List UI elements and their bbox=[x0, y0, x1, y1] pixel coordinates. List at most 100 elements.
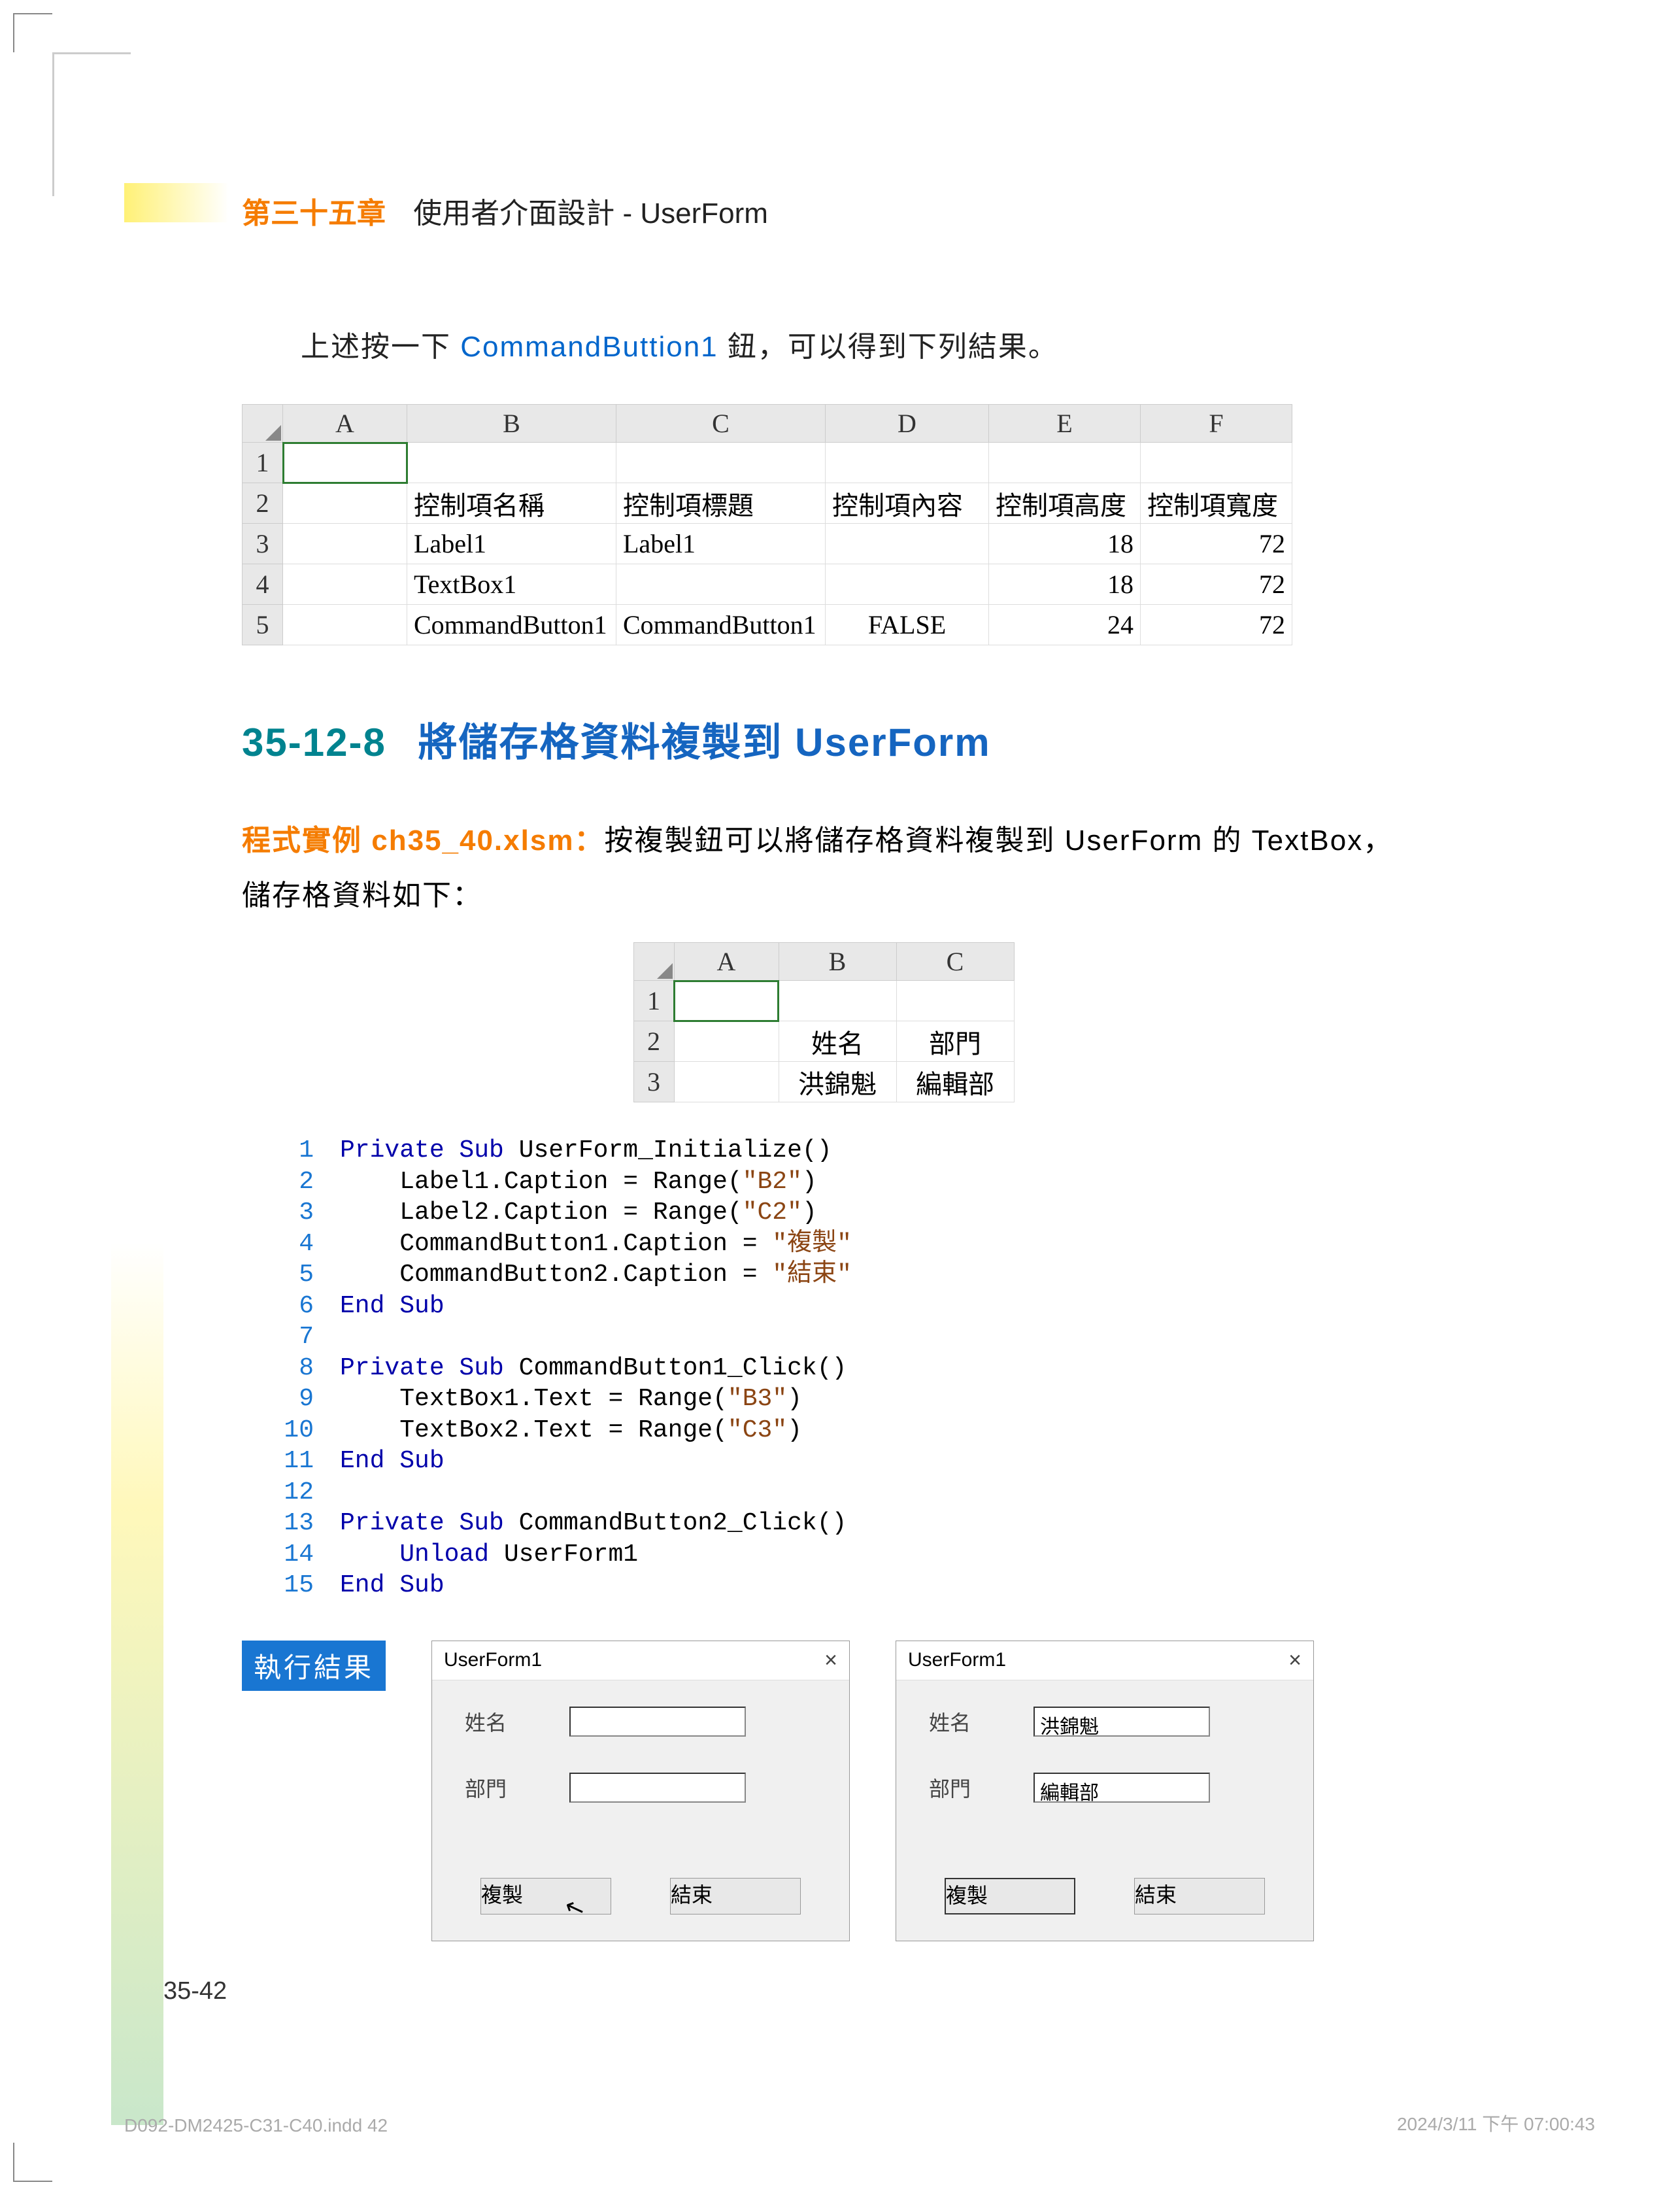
footer-right: 2024/3/11 下午 07:00:43 bbox=[1397, 2110, 1595, 2136]
userform-after: UserForm1 × 姓名 洪錦魁 部門 編輯部 複製 結束 bbox=[896, 1641, 1314, 1941]
cursor-icon: ↖ bbox=[561, 1892, 589, 1924]
footer-left: D092-DM2425-C31-C40.indd 42 bbox=[124, 2115, 388, 2136]
cell: FALSE bbox=[826, 605, 989, 645]
userform-title: UserForm1 bbox=[908, 1649, 1006, 1671]
crop-mark-bl bbox=[13, 2143, 52, 2182]
textbox-name[interactable] bbox=[569, 1707, 746, 1737]
row-header: 3 bbox=[633, 1062, 674, 1102]
copy-button[interactable]: 複製 ↖ bbox=[480, 1878, 611, 1914]
cell: 72 bbox=[1141, 605, 1292, 645]
cell: 姓名 bbox=[779, 1021, 896, 1062]
cell: CommandButton1 bbox=[616, 605, 826, 645]
close-icon[interactable]: × bbox=[824, 1648, 837, 1673]
textbox-name[interactable]: 洪錦魁 bbox=[1033, 1707, 1210, 1737]
example-label: 程式實例 ch35_40.xlsm： bbox=[242, 825, 604, 857]
col-header-e: E bbox=[989, 405, 1141, 443]
chapter-number: 第三十五章 bbox=[242, 197, 386, 230]
select-all-corner bbox=[243, 405, 283, 443]
row-header: 5 bbox=[243, 605, 283, 645]
cell: CommandButton1 bbox=[407, 605, 616, 645]
crop-mark-tl bbox=[13, 13, 52, 52]
section-title: 將儲存格資料複製到 UserForm bbox=[418, 721, 990, 764]
col-header-a: A bbox=[674, 943, 779, 981]
copy-button-label: 複製 bbox=[481, 1883, 523, 1907]
cell: 24 bbox=[989, 605, 1141, 645]
exit-button-label: 結束 bbox=[1135, 1883, 1177, 1907]
cell: Label1 bbox=[616, 524, 826, 564]
exit-button-label: 結束 bbox=[671, 1883, 713, 1907]
cell bbox=[826, 524, 989, 564]
row-header: 2 bbox=[243, 483, 283, 524]
cell: 洪錦魁 bbox=[779, 1062, 896, 1102]
chapter-header: 第三十五章 使用者介面設計 - UserForm bbox=[118, 190, 1530, 231]
cell: 控制項名稱 bbox=[407, 483, 616, 524]
cell bbox=[407, 443, 616, 483]
cell bbox=[674, 1062, 779, 1102]
col-header-a: A bbox=[283, 405, 407, 443]
row-header: 2 bbox=[633, 1021, 674, 1062]
select-all-corner bbox=[633, 943, 674, 981]
cell: 控制項標題 bbox=[616, 483, 826, 524]
col-header-c: C bbox=[896, 943, 1014, 981]
cell: 部門 bbox=[896, 1021, 1014, 1062]
body-paragraph: 程式實例 ch35_40.xlsm：按複製鈕可以將儲存格資料複製到 UserFo… bbox=[242, 813, 1405, 923]
cell: 控制項內容 bbox=[826, 483, 989, 524]
cell bbox=[283, 524, 407, 564]
cell: 控制項高度 bbox=[989, 483, 1141, 524]
row-header: 1 bbox=[243, 443, 283, 483]
label-name: 姓名 bbox=[465, 1707, 569, 1737]
intro-suffix: 鈕，可以得到下列結果。 bbox=[718, 331, 1058, 363]
page-number: 35-42 bbox=[163, 1977, 227, 2005]
userform-before: UserForm1 × 姓名 部門 複製 ↖ 結束 bbox=[431, 1641, 850, 1941]
result-badge: 執行結果 bbox=[242, 1641, 386, 1691]
intro-text: 上述按一下 CommandButtion1 鈕，可以得到下列結果。 bbox=[118, 323, 1530, 365]
col-header-b: B bbox=[407, 405, 616, 443]
active-cell bbox=[674, 981, 779, 1021]
code-block: 1Private Sub UserForm_Initialize()2 Labe… bbox=[268, 1135, 1530, 1601]
cell bbox=[283, 564, 407, 605]
textbox-dept[interactable]: 編輯部 bbox=[1033, 1773, 1210, 1803]
close-icon[interactable]: × bbox=[1288, 1648, 1302, 1673]
textbox-dept[interactable] bbox=[569, 1773, 746, 1803]
cell bbox=[989, 443, 1141, 483]
row-header: 3 bbox=[243, 524, 283, 564]
section-heading: 35-12-8 將儲存格資料複製到 UserForm bbox=[242, 711, 1530, 768]
col-header-c: C bbox=[616, 405, 826, 443]
cell: 18 bbox=[989, 524, 1141, 564]
excel-table-2: A B C 1 2 姓名 部門 3 洪錦魁 編輯部 bbox=[633, 942, 1015, 1102]
section-number: 35-12-8 bbox=[242, 721, 386, 764]
label-dept: 部門 bbox=[465, 1773, 569, 1803]
userform-title: UserForm1 bbox=[444, 1649, 542, 1671]
userform-titlebar: UserForm1 × bbox=[896, 1641, 1313, 1680]
exit-button[interactable]: 結束 bbox=[670, 1878, 801, 1914]
intro-command-name: CommandButtion1 bbox=[460, 331, 718, 363]
cell: 72 bbox=[1141, 564, 1292, 605]
row-header: 4 bbox=[243, 564, 283, 605]
col-header-b: B bbox=[779, 943, 896, 981]
cell: 18 bbox=[989, 564, 1141, 605]
row-header: 1 bbox=[633, 981, 674, 1021]
cell bbox=[826, 443, 989, 483]
copy-button[interactable]: 複製 bbox=[945, 1878, 1075, 1914]
exit-button[interactable]: 結束 bbox=[1134, 1878, 1265, 1914]
cell bbox=[826, 564, 989, 605]
cell bbox=[616, 443, 826, 483]
col-header-f: F bbox=[1141, 405, 1292, 443]
active-cell bbox=[283, 443, 407, 483]
label-dept: 部門 bbox=[929, 1773, 1033, 1803]
intro-prefix: 上述按一下 bbox=[301, 331, 460, 363]
cell: TextBox1 bbox=[407, 564, 616, 605]
chapter-title: 使用者介面設計 - UserForm bbox=[413, 197, 768, 230]
cell: 控制項寬度 bbox=[1141, 483, 1292, 524]
excel-table-1: A B C D E F 1 2 控制項名稱 控制項標題 控制項內容 控制項高度 … bbox=[242, 404, 1292, 645]
label-name: 姓名 bbox=[929, 1707, 1033, 1737]
col-header-d: D bbox=[826, 405, 989, 443]
cell bbox=[616, 564, 826, 605]
cell bbox=[896, 981, 1014, 1021]
cell bbox=[779, 981, 896, 1021]
cell: 編輯部 bbox=[896, 1062, 1014, 1102]
cell bbox=[283, 483, 407, 524]
cell bbox=[1141, 443, 1292, 483]
cell: Label1 bbox=[407, 524, 616, 564]
cell: 72 bbox=[1141, 524, 1292, 564]
